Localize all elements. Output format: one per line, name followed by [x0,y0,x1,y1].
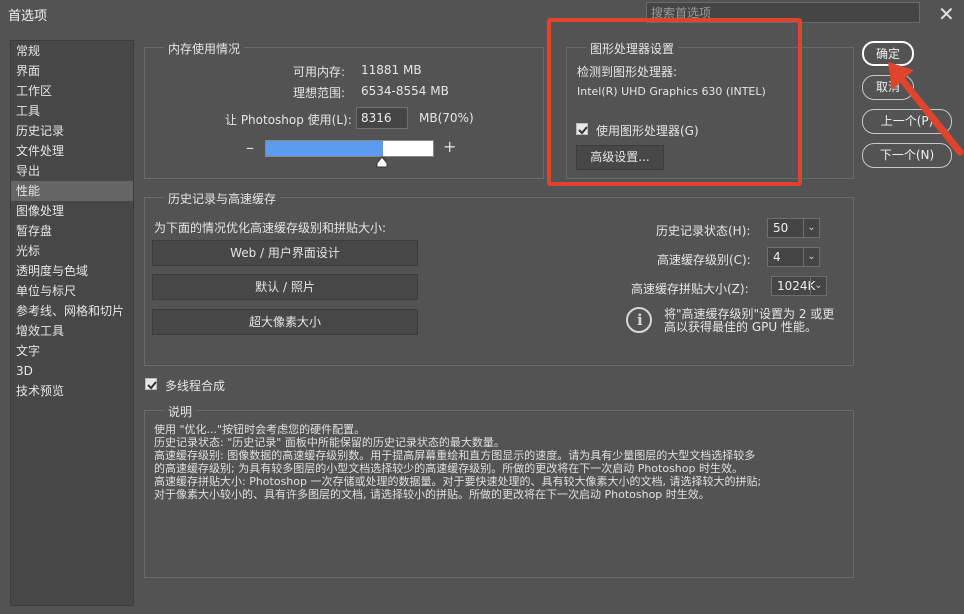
history-cache-legend: 历史记录与高速缓存 [164,190,281,207]
search-input[interactable] [646,2,920,23]
history-states-label: 历史记录状态(H): [656,224,751,238]
description-line: 使用 "优化..."按钮时会考虑您的硬件配置。 [154,423,366,436]
chevron-down-icon: ⌄ [803,219,819,237]
window-title: 首选项 [8,9,48,24]
memory-usage-legend: 内存使用情况 [164,40,245,57]
memory-slider-thumb[interactable] [376,156,388,168]
history-states-value: 50 [773,221,789,235]
web-ui-design-button[interactable]: Web / 用户界面设计 [152,240,418,266]
sidebar-item[interactable]: 文件处理 [11,141,133,161]
use-gpu-label: 使用图形处理器(G) [596,124,699,138]
ideal-range-label: 理想范围: [293,86,346,100]
use-gpu-checkbox[interactable] [576,123,588,135]
memory-usage-input[interactable] [356,107,408,129]
memory-slider-fill [266,141,383,156]
sidebar-item[interactable]: 工作区 [11,81,133,101]
close-icon[interactable]: ✕ [938,2,955,26]
description-legend: 说明 [164,403,197,420]
ok-button[interactable]: 确定 [862,41,914,66]
cache-levels-value: 4 [773,250,781,264]
sidebar-item[interactable]: 参考线、网格和切片 [11,301,133,321]
cache-tile-select[interactable]: 1024K ⌄ [771,276,827,296]
increase-memory-button[interactable]: + [443,137,456,156]
sidebar-item[interactable]: 历史记录 [11,121,133,141]
decrease-memory-button[interactable]: – [246,138,254,157]
cache-levels-label: 高速缓存级别(C): [657,253,751,267]
sidebar-item[interactable]: 界面 [11,61,133,81]
photoshop-usage-label: 让 Photoshop 使用(L): [225,113,352,127]
description-line: 高速缓存拼贴大小: Photoshop 一次存储或处理的数据量。对于要快速处理的… [154,475,762,488]
sidebar-item[interactable]: 导出 [11,161,133,181]
checkmark-icon [147,381,157,390]
info-icon: i [626,307,652,333]
sidebar-item[interactable]: 技术预览 [11,381,133,401]
gpu-settings-legend: 图形处理器设置 [586,40,679,57]
gpu-name: Intel(R) UHD Graphics 630 (INTEL) [577,85,766,98]
multithread-checkbox[interactable] [145,378,157,390]
available-memory-label: 可用内存: [293,65,346,79]
sidebar: 常规 界面 工作区 工具 历史记录 文件处理 导出 性能 图像处理 暂存盘 光标 透明度与色域 单位与标… [10,40,134,606]
memory-slider-track[interactable] [265,140,434,157]
available-memory-value: 11881 MB [361,63,422,77]
sidebar-item[interactable]: 暂存盘 [11,221,133,241]
ideal-range-value: 6534-8554 MB [361,84,449,98]
chevron-down-icon: ⌄ [803,248,819,266]
sidebar-item[interactable]: 增效工具 [11,321,133,341]
default-photos-button[interactable]: 默认 / 照片 [152,274,418,300]
memory-usage-percent: MB(70%) [419,111,474,125]
chevron-down-icon: ⌄ [810,277,826,295]
cache-levels-select[interactable]: 4 ⌄ [767,247,820,267]
previous-button[interactable]: 上一个(P) [862,109,952,134]
gpu-detected-label: 检测到图形处理器: [577,65,678,79]
cache-tile-label: 高速缓存拼贴大小(Z): [631,282,749,296]
multithread-label: 多线程合成 [165,379,226,393]
description-line: 的高速缓存级别; 为具有较多图层的小型文档选择较少的高速缓存级别。所做的更改将在… [154,462,743,475]
next-button[interactable]: 下一个(N) [862,143,952,168]
sidebar-item[interactable]: 单位与标尺 [11,281,133,301]
gpu-tip-line2: 高以获得最佳的 GPU 性能。 [664,320,817,334]
huge-pixel-button[interactable]: 超大像素大小 [152,309,418,335]
sidebar-item[interactable]: 3D [11,361,133,381]
sidebar-item[interactable]: 光标 [11,241,133,261]
optimize-label: 为下面的情况优化高速缓存级别和拼贴大小: [154,221,387,235]
description-line: 对于像素大小较小的、具有许多图层的文档, 请选择较小的拼贴。所做的更改将在下一次… [154,488,710,501]
description-line: 高速缓存级别: 图像数据的高速缓存级别数。用于提高屏幕重绘和直方图显示的速度。请… [154,449,756,462]
sidebar-item[interactable]: 透明度与色域 [11,261,133,281]
cancel-button[interactable]: 取消 [862,75,914,100]
sidebar-item[interactable]: 常规 [11,41,133,61]
history-states-select[interactable]: 50 ⌄ [767,218,820,238]
sidebar-item[interactable]: 工具 [11,101,133,121]
sidebar-item[interactable]: 性能 [11,181,133,201]
sidebar-item[interactable]: 文字 [11,341,133,361]
sidebar-item[interactable]: 图像处理 [11,201,133,221]
description-line: 历史记录状态: "历史记录" 面板中所能保留的历史记录状态的最大数量。 [154,436,505,449]
title-bar: 首选项 ✕ [0,0,964,28]
description-text: 使用 "优化..."按钮时会考虑您的硬件配置。 历史记录状态: "历史记录" 面… [154,423,844,501]
advanced-settings-button[interactable]: 高级设置... [576,145,664,170]
checkmark-icon [578,126,588,135]
